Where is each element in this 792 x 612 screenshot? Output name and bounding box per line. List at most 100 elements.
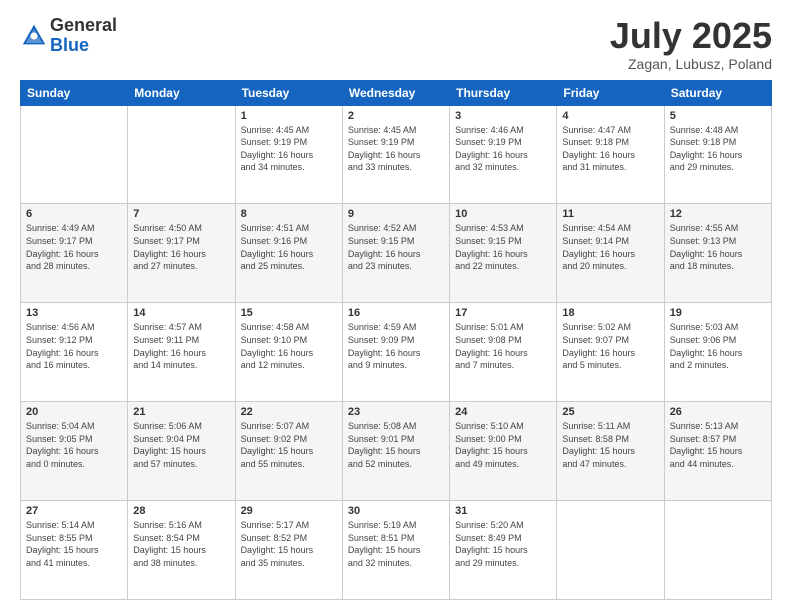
calendar-cell: 2 Sunrise: 4:45 AMSunset: 9:19 PMDaylight… [342,105,449,204]
page: General Blue July 2025 Zagan, Lubusz, Po… [0,0,792,612]
month-title: July 2025 [610,16,772,56]
day-info: Sunrise: 5:03 AMSunset: 9:06 PMDaylight:… [670,321,766,371]
calendar-cell: 16 Sunrise: 4:59 AMSunset: 9:09 PMDayligh… [342,303,449,402]
logo-general-text: General [50,16,117,36]
day-info: Sunrise: 4:54 AMSunset: 9:14 PMDaylight:… [562,222,658,272]
day-info: Sunrise: 5:11 AMSunset: 8:58 PMDaylight:… [562,420,658,470]
day-number: 8 [241,208,337,220]
logo-icon [20,22,48,50]
day-number: 18 [562,307,658,319]
day-number: 3 [455,110,551,122]
calendar-cell: 28 Sunrise: 5:16 AMSunset: 8:54 PMDayligh… [128,501,235,600]
day-info: Sunrise: 4:45 AMSunset: 9:19 PMDaylight:… [241,124,337,174]
calendar-cell: 3 Sunrise: 4:46 AMSunset: 9:19 PMDaylight… [450,105,557,204]
day-number: 17 [455,307,551,319]
header: General Blue July 2025 Zagan, Lubusz, Po… [20,16,772,72]
day-info: Sunrise: 5:17 AMSunset: 8:52 PMDaylight:… [241,519,337,569]
day-info: Sunrise: 5:01 AMSunset: 9:08 PMDaylight:… [455,321,551,371]
calendar: Sunday Monday Tuesday Wednesday Thursday… [20,80,772,600]
day-number: 15 [241,307,337,319]
day-number: 2 [348,110,444,122]
calendar-cell: 8 Sunrise: 4:51 AMSunset: 9:16 PMDaylight… [235,204,342,303]
day-info: Sunrise: 5:20 AMSunset: 8:49 PMDaylight:… [455,519,551,569]
day-info: Sunrise: 5:02 AMSunset: 9:07 PMDaylight:… [562,321,658,371]
col-monday: Monday [128,80,235,105]
day-number: 26 [670,406,766,418]
day-info: Sunrise: 4:57 AMSunset: 9:11 PMDaylight:… [133,321,229,371]
day-info: Sunrise: 4:51 AMSunset: 9:16 PMDaylight:… [241,222,337,272]
calendar-cell: 10 Sunrise: 4:53 AMSunset: 9:15 PMDayligh… [450,204,557,303]
day-info: Sunrise: 5:07 AMSunset: 9:02 PMDaylight:… [241,420,337,470]
calendar-cell: 4 Sunrise: 4:47 AMSunset: 9:18 PMDaylight… [557,105,664,204]
calendar-cell: 31 Sunrise: 5:20 AMSunset: 8:49 PMDayligh… [450,501,557,600]
day-info: Sunrise: 4:45 AMSunset: 9:19 PMDaylight:… [348,124,444,174]
calendar-cell [128,105,235,204]
calendar-cell: 14Sunrise: 4:57 AMSunset: 9:11 PMDayligh… [128,303,235,402]
calendar-cell: 11 Sunrise: 4:54 AMSunset: 9:14 PMDayligh… [557,204,664,303]
title-block: July 2025 Zagan, Lubusz, Poland [610,16,772,72]
day-info: Sunrise: 5:06 AMSunset: 9:04 PMDaylight:… [133,420,229,470]
calendar-cell: 29 Sunrise: 5:17 AMSunset: 8:52 PMDayligh… [235,501,342,600]
calendar-week-4: 20 Sunrise: 5:04 AMSunset: 9:05 PMDayligh… [21,402,772,501]
calendar-header-row: Sunday Monday Tuesday Wednesday Thursday… [21,80,772,105]
day-number: 23 [348,406,444,418]
day-number: 24 [455,406,551,418]
day-info: Sunrise: 4:48 AMSunset: 9:18 PMDaylight:… [670,124,766,174]
col-wednesday: Wednesday [342,80,449,105]
day-info: Sunrise: 5:04 AMSunset: 9:05 PMDaylight:… [26,420,122,470]
col-saturday: Saturday [664,80,771,105]
day-number: 5 [670,110,766,122]
calendar-cell: 20 Sunrise: 5:04 AMSunset: 9:05 PMDayligh… [21,402,128,501]
calendar-cell: 5 Sunrise: 4:48 AMSunset: 9:18 PMDaylight… [664,105,771,204]
day-info: Sunrise: 5:14 AMSunset: 8:55 PMDaylight:… [26,519,122,569]
day-number: 21 [133,406,229,418]
calendar-week-1: 1 Sunrise: 4:45 AMSunset: 9:19 PMDaylight… [21,105,772,204]
day-number: 10 [455,208,551,220]
day-number: 30 [348,505,444,517]
logo-text: General Blue [50,16,117,56]
calendar-cell: 23 Sunrise: 5:08 AMSunset: 9:01 PMDayligh… [342,402,449,501]
day-info: Sunrise: 4:46 AMSunset: 9:19 PMDaylight:… [455,124,551,174]
calendar-cell [664,501,771,600]
day-number: 28 [133,505,229,517]
day-number: 25 [562,406,658,418]
day-number: 12 [670,208,766,220]
calendar-cell: 26Sunrise: 5:13 AMSunset: 8:57 PMDayligh… [664,402,771,501]
day-info: Sunrise: 4:52 AMSunset: 9:15 PMDaylight:… [348,222,444,272]
calendar-cell: 24 Sunrise: 5:10 AMSunset: 9:00 PMDayligh… [450,402,557,501]
calendar-cell: 15Sunrise: 4:58 AMSunset: 9:10 PMDayligh… [235,303,342,402]
calendar-cell: 12 Sunrise: 4:55 AMSunset: 9:13 PMDayligh… [664,204,771,303]
day-info: Sunrise: 4:59 AMSunset: 9:09 PMDaylight:… [348,321,444,371]
day-number: 29 [241,505,337,517]
day-number: 6 [26,208,122,220]
col-friday: Friday [557,80,664,105]
calendar-cell: 9Sunrise: 4:52 AMSunset: 9:15 PMDaylight… [342,204,449,303]
calendar-cell: 22Sunrise: 5:07 AMSunset: 9:02 PMDayligh… [235,402,342,501]
day-info: Sunrise: 5:16 AMSunset: 8:54 PMDaylight:… [133,519,229,569]
calendar-cell: 6 Sunrise: 4:49 AMSunset: 9:17 PMDaylight… [21,204,128,303]
calendar-week-2: 6 Sunrise: 4:49 AMSunset: 9:17 PMDaylight… [21,204,772,303]
day-info: Sunrise: 4:55 AMSunset: 9:13 PMDaylight:… [670,222,766,272]
day-number: 11 [562,208,658,220]
col-thursday: Thursday [450,80,557,105]
day-info: Sunrise: 4:50 AMSunset: 9:17 PMDaylight:… [133,222,229,272]
day-info: Sunrise: 5:10 AMSunset: 9:00 PMDaylight:… [455,420,551,470]
day-number: 16 [348,307,444,319]
calendar-cell [21,105,128,204]
calendar-cell: 25 Sunrise: 5:11 AMSunset: 8:58 PMDayligh… [557,402,664,501]
day-number: 20 [26,406,122,418]
day-number: 4 [562,110,658,122]
calendar-cell: 1 Sunrise: 4:45 AMSunset: 9:19 PMDaylight… [235,105,342,204]
day-info: Sunrise: 5:08 AMSunset: 9:01 PMDaylight:… [348,420,444,470]
calendar-cell: 13Sunrise: 4:56 AMSunset: 9:12 PMDayligh… [21,303,128,402]
day-number: 13 [26,307,122,319]
calendar-week-5: 27Sunrise: 5:14 AMSunset: 8:55 PMDayligh… [21,501,772,600]
day-number: 31 [455,505,551,517]
day-number: 1 [241,110,337,122]
location-subtitle: Zagan, Lubusz, Poland [610,56,772,72]
day-info: Sunrise: 4:49 AMSunset: 9:17 PMDaylight:… [26,222,122,272]
day-number: 19 [670,307,766,319]
calendar-cell: 18 Sunrise: 5:02 AMSunset: 9:07 PMDayligh… [557,303,664,402]
day-info: Sunrise: 4:47 AMSunset: 9:18 PMDaylight:… [562,124,658,174]
day-info: Sunrise: 4:53 AMSunset: 9:15 PMDaylight:… [455,222,551,272]
